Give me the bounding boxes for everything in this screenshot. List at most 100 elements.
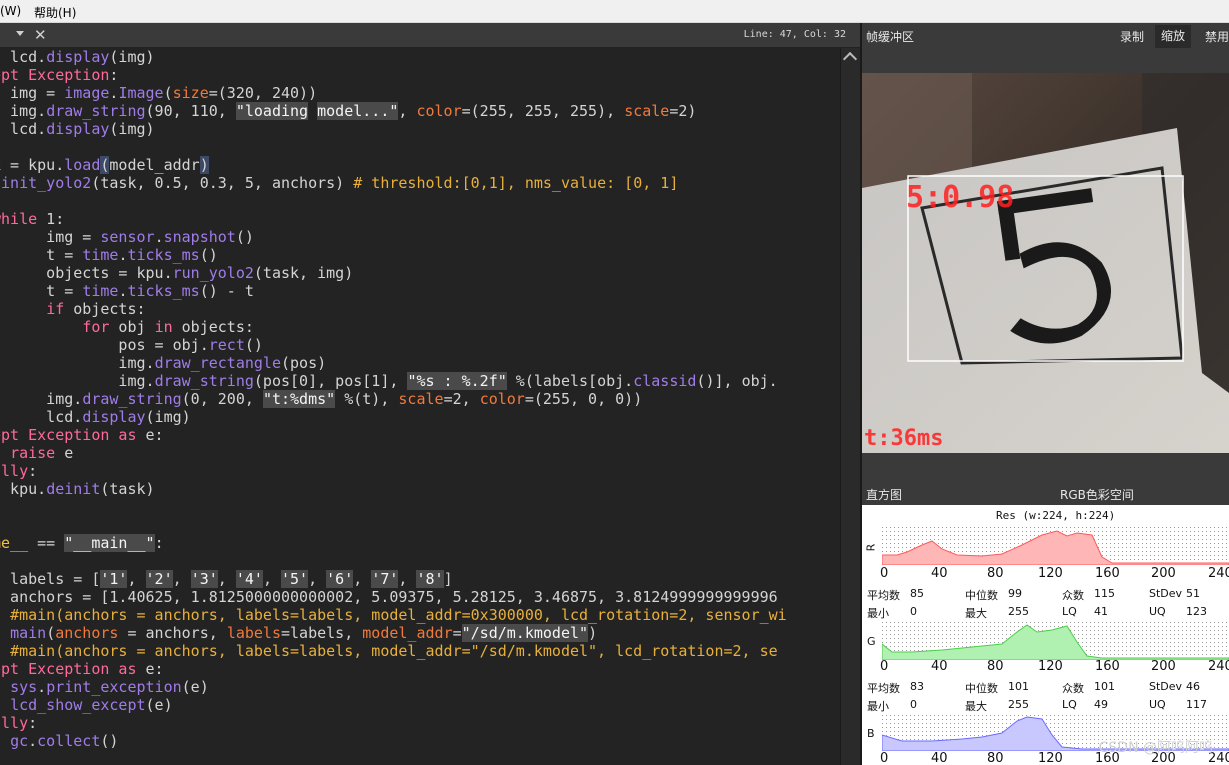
- code-line: if objects:: [46, 300, 146, 318]
- stat-value: 0: [910, 698, 917, 711]
- stat-label: LQ: [1062, 605, 1077, 618]
- stat-value: 41: [1094, 605, 1108, 618]
- code-line: pos = obj.rect(): [0, 336, 263, 354]
- stat-value: 101: [1094, 680, 1115, 693]
- tick-label: 200: [1151, 566, 1176, 581]
- stat-value: 255: [1008, 698, 1029, 711]
- watermark: CSDN @阿呜阿呜: [1098, 740, 1213, 756]
- tick-label: 40: [931, 566, 948, 581]
- code-line: #main(anchors = anchors, labels=labels, …: [10, 606, 787, 624]
- stat-label: 最小: [867, 607, 889, 620]
- tick-label: 160: [1095, 566, 1120, 581]
- tick-label: 0: [880, 566, 889, 581]
- code-line: lcd.display(img): [10, 120, 155, 138]
- code-line: me__ == "__main__":: [0, 534, 164, 552]
- menu-item-help[interactable]: 帮助(H): [34, 4, 76, 21]
- code-line: raise e: [10, 444, 74, 462]
- record-button[interactable]: 录制: [1120, 28, 1144, 45]
- tick-label: 80: [987, 751, 1004, 765]
- stat-value: 83: [910, 680, 924, 693]
- code-line: img.draw_string(pos[0], pos[1], "%s : %.…: [0, 372, 778, 390]
- camera-image: 5:0.98 t:36ms: [862, 73, 1229, 453]
- tick-label: 120: [1038, 659, 1063, 674]
- stat-value: 101: [1008, 680, 1029, 693]
- code-line: ept Exception as e:: [0, 426, 164, 444]
- stat-label: 中位数: [965, 682, 998, 695]
- stat-value: 255: [1008, 605, 1029, 618]
- chevron-down-icon[interactable]: [16, 31, 24, 36]
- code-line: main(anchors = anchors, labels=labels, m…: [10, 624, 598, 642]
- stat-value: 115: [1094, 587, 1115, 600]
- code-line: ept Exception as e:: [0, 660, 164, 678]
- code-line: img = sensor.snapshot(): [0, 228, 254, 246]
- colorspace-select[interactable]: RGB色彩空间: [1060, 486, 1134, 503]
- tick-label: 200: [1151, 659, 1176, 674]
- stat-label: 平均数: [867, 589, 900, 602]
- code-line: img = image.Image(size=(320, 240)): [10, 84, 318, 102]
- framebuffer-header: 帧缓冲区 录制 缩放 禁用: [862, 23, 1229, 48]
- code-line: ally:: [0, 462, 38, 480]
- code-line: sys.print_exception(e): [10, 678, 209, 696]
- histogram-header: 直方图 RGB色彩空间: [862, 481, 1229, 505]
- code-line: #main(anchors = anchors, labels=labels, …: [10, 642, 778, 660]
- code-line: kpu.deinit(task): [10, 480, 155, 498]
- code-line: t = time.ticks_ms(): [0, 246, 218, 264]
- histogram-resolution: Res (w:224, h:224): [996, 509, 1116, 522]
- stat-label: UQ: [1149, 605, 1166, 618]
- code-line: while 1:: [0, 210, 65, 228]
- editor-tab-bar: ✕ Line: 47, Col: 32: [0, 23, 860, 48]
- code-line: objects = kpu.run_yolo2(task, img): [0, 264, 354, 282]
- tick-label: 240: [1208, 659, 1229, 674]
- time-label: t:36ms: [864, 426, 943, 451]
- channel-label-r: R: [864, 543, 878, 552]
- scroll-up-icon[interactable]: [842, 51, 858, 67]
- tick-label: 40: [931, 659, 948, 674]
- cursor-position: Line: 47, Col: 32: [743, 29, 846, 40]
- stat-label: 众数: [1062, 589, 1084, 602]
- stat-label: StDev: [1149, 680, 1183, 693]
- code-line: lcd_show_except(e): [10, 696, 173, 714]
- stat-value: 49: [1094, 698, 1108, 711]
- disable-button[interactable]: 禁用: [1205, 28, 1229, 45]
- code-line: labels = ['1', '2', '3', '4', '5', '6', …: [0, 570, 453, 588]
- tick-label: 120: [1038, 751, 1063, 765]
- histogram-panel: Res (w:224, h:224) R 0 40 80 120 160 200…: [862, 505, 1229, 765]
- tick-label: 160: [1095, 659, 1120, 674]
- menu-item-window[interactable]: (W): [0, 4, 21, 18]
- histogram-g: [882, 622, 1229, 660]
- code-line: ally:: [0, 714, 38, 732]
- code-line: img.draw_rectangle(pos): [0, 354, 327, 372]
- code-line: anchors = [1.40625, 1.8125000000000002, …: [0, 588, 778, 606]
- code-line: t = time.ticks_ms() - t: [0, 282, 254, 300]
- tick-label: 80: [987, 659, 1004, 674]
- code-line: ept Exception:: [0, 66, 119, 84]
- stat-label: 平均数: [867, 682, 900, 695]
- histogram-title: 直方图: [866, 488, 903, 502]
- stat-value: 85: [910, 587, 924, 600]
- code-line: gc.collect(): [10, 732, 119, 750]
- camera-frame: 5:0.98 t:36ms: [862, 73, 1229, 453]
- stat-value: 117: [1186, 698, 1207, 711]
- stat-label: 最小: [867, 700, 889, 713]
- code-line: img.draw_string(0, 200, "t:%dms" %(t), s…: [0, 390, 643, 408]
- code-line: for obj in objects:: [82, 318, 254, 336]
- code-line: img.draw_string(90, 110, "loading model.…: [10, 102, 697, 120]
- editor-scrollbar[interactable]: [840, 48, 860, 765]
- stat-label: 最大: [965, 607, 987, 620]
- menu-bar: (W) 帮助(H): [0, 0, 1229, 23]
- stat-label: 中位数: [965, 589, 998, 602]
- code-line: lcd.display(img): [10, 48, 155, 66]
- tick-label: 120: [1038, 566, 1063, 581]
- framebuffer-title: 帧缓冲区: [866, 30, 915, 44]
- close-icon[interactable]: ✕: [34, 26, 47, 44]
- stat-value: 123: [1186, 605, 1207, 618]
- stat-label: 最大: [965, 700, 987, 713]
- histogram-r: [882, 527, 1229, 565]
- zoom-button[interactable]: 缩放: [1155, 25, 1192, 48]
- framebuffer-panel: 5:0.98 t:36ms: [862, 48, 1229, 481]
- tick-label: 240: [1208, 566, 1229, 581]
- code-editor[interactable]: lcd.display(img) ept Exception: img = im…: [0, 48, 840, 765]
- code-line: lcd.display(img): [0, 408, 191, 426]
- code-line: k = kpu.load(model_addr): [0, 156, 209, 174]
- stat-label: StDev: [1149, 587, 1183, 600]
